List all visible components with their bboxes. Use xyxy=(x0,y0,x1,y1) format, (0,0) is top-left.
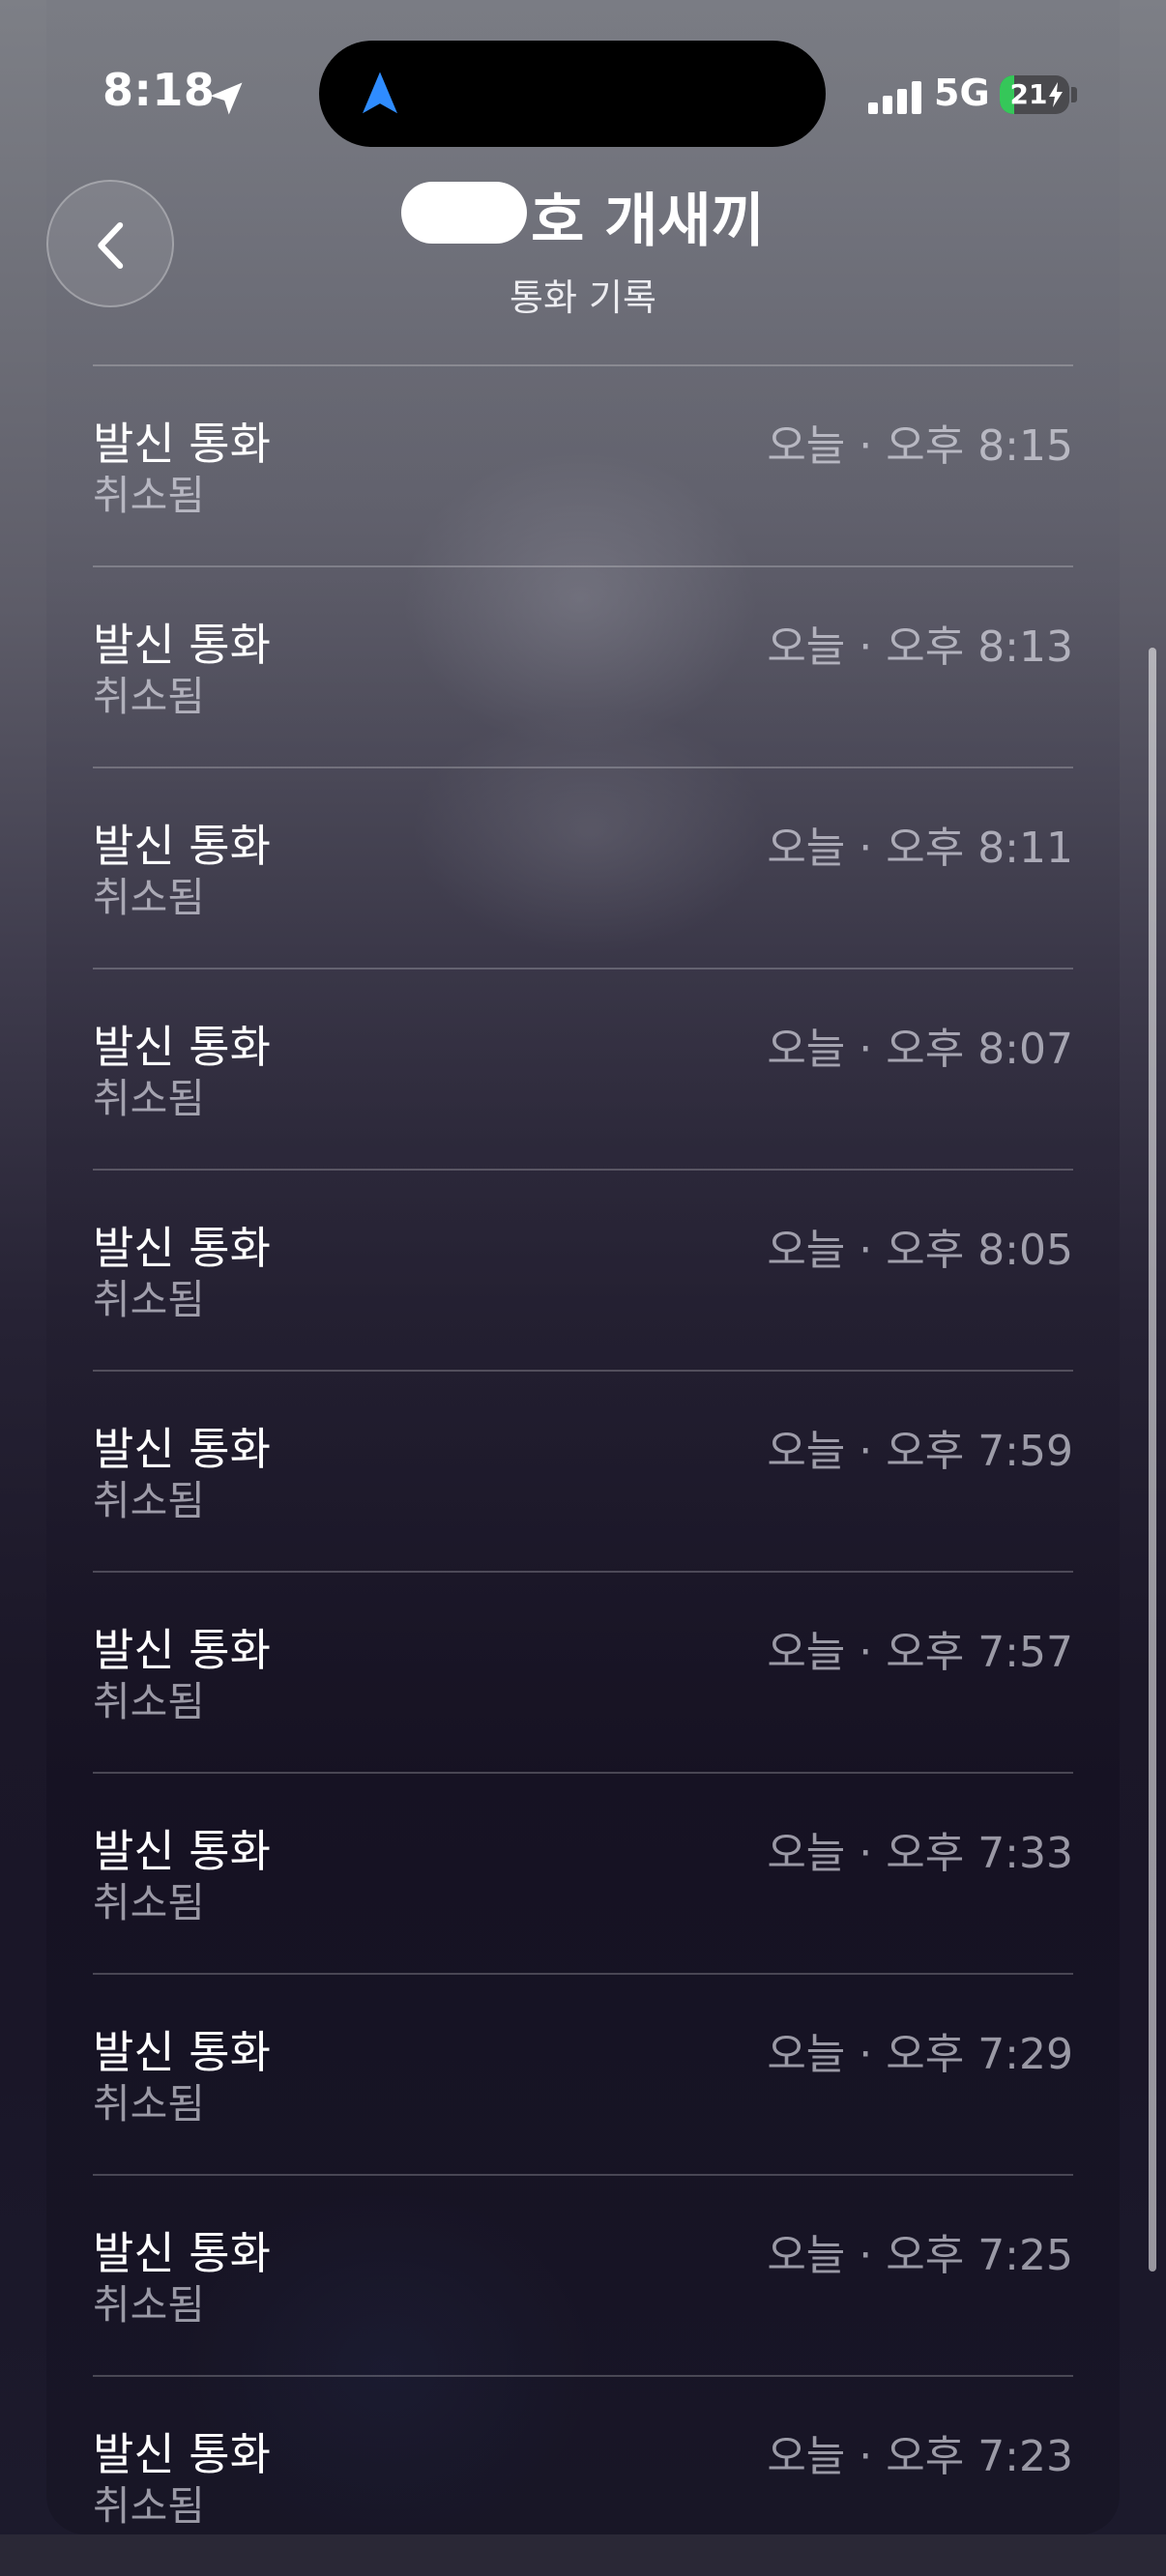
call-status: 취소됨 xyxy=(93,472,205,519)
call-status: 취소됨 xyxy=(93,673,205,720)
call-list: 발신 통화 취소됨 오늘 · 오후 8:15 발신 통화 취소됨 오늘 · 오후 8:13… xyxy=(93,364,1073,2576)
call-row[interactable]: 발신 통화 취소됨 오늘 · 오후 8:11 xyxy=(93,767,1073,968)
call-row[interactable]: 발신 통화 취소됨 오늘 · 오후 7:57 xyxy=(93,1571,1073,1772)
battery-cap xyxy=(1071,87,1077,102)
status-time: 8:18 xyxy=(102,64,216,116)
call-status: 취소됨 xyxy=(93,874,205,921)
call-row[interactable]: 발신 통화 취소됨 오늘 · 오후 8:05 xyxy=(93,1169,1073,1370)
status-bar: 8:18 5G 21 xyxy=(0,0,1166,155)
dynamic-island xyxy=(319,41,826,147)
call-status: 취소됨 xyxy=(93,2482,205,2530)
cellular-signal-icon xyxy=(868,81,921,114)
call-time: 오늘 · 오후 8:15 xyxy=(767,421,1073,471)
call-time: 오늘 · 오후 7:33 xyxy=(767,1829,1073,1878)
call-row[interactable]: 발신 통화 취소됨 오늘 · 오후 8:07 xyxy=(93,968,1073,1169)
call-status: 취소됨 xyxy=(93,2080,205,2127)
call-time: 오늘 · 오후 7:25 xyxy=(767,2231,1073,2280)
call-time: 오늘 · 오후 8:11 xyxy=(767,824,1073,873)
call-row[interactable]: 발신 통화 취소됨 오늘 · 오후 7:23 xyxy=(93,2375,1073,2576)
call-row[interactable]: 발신 통화 취소됨 오늘 · 오후 7:25 xyxy=(93,2174,1073,2375)
scrollbar[interactable] xyxy=(1149,648,1156,2272)
call-time: 오늘 · 오후 7:59 xyxy=(767,1427,1073,1476)
network-type: 5G xyxy=(934,72,990,114)
contact-name: 호 개새끼 xyxy=(401,174,765,258)
call-row[interactable]: 발신 통화 취소됨 오늘 · 오후 8:13 xyxy=(93,565,1073,767)
call-status: 취소됨 xyxy=(93,1276,205,1323)
call-status: 취소됨 xyxy=(93,1678,205,1725)
call-time: 오늘 · 오후 8:13 xyxy=(767,622,1073,672)
call-row[interactable]: 발신 통화 취소됨 오늘 · 오후 7:59 xyxy=(93,1370,1073,1571)
chevron-left-icon xyxy=(98,221,124,270)
call-row[interactable]: 발신 통화 취소됨 오늘 · 오후 7:33 xyxy=(93,1772,1073,1973)
charging-bolt-icon xyxy=(1049,82,1063,107)
page-subtitle: 통화 기록 xyxy=(510,276,656,319)
call-time: 오늘 · 오후 7:29 xyxy=(767,2030,1073,2079)
call-status: 취소됨 xyxy=(93,1879,205,1926)
redaction-mark xyxy=(401,181,528,244)
call-status: 취소됨 xyxy=(93,1075,205,1122)
call-status: 취소됨 xyxy=(93,2281,205,2329)
header: 호 개새끼 통화 기록 xyxy=(193,174,973,321)
call-status: 취소됨 xyxy=(93,1477,205,1524)
navigation-arrow-icon xyxy=(363,72,397,114)
location-arrow-icon xyxy=(210,82,243,115)
call-time: 오늘 · 오후 7:57 xyxy=(767,1628,1073,1677)
call-row[interactable]: 발신 통화 취소됨 오늘 · 오후 7:29 xyxy=(93,1973,1073,2174)
call-row[interactable]: 발신 통화 취소됨 오늘 · 오후 8:15 xyxy=(93,364,1073,565)
call-time: 오늘 · 오후 8:05 xyxy=(767,1226,1073,1275)
battery-charging-icon: 21 xyxy=(1000,75,1069,114)
page-title: 호 개새끼 xyxy=(531,188,765,255)
call-time: 오늘 · 오후 7:23 xyxy=(767,2432,1073,2481)
back-button[interactable] xyxy=(46,180,174,307)
call-time: 오늘 · 오후 8:07 xyxy=(767,1025,1073,1074)
